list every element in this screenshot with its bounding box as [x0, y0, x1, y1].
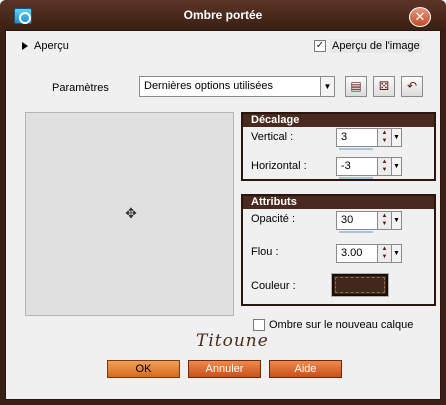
blur-spinner[interactable]: 3.00 ▲ ▼ ▼ — [336, 244, 402, 263]
preview-toggle-label: Aperçu — [34, 40, 69, 52]
expand-triangle-icon — [22, 42, 28, 50]
new-layer-check[interactable] — [253, 319, 265, 331]
new-layer-checkbox[interactable]: Ombre sur le nouveau calque — [253, 319, 413, 331]
random-dice-button[interactable]: ⚄ — [373, 76, 395, 97]
watermark-signature: Titoune — [196, 331, 269, 351]
dialog-body: Aperçu ✓ Aperçu de l'image Paramètres De… — [5, 30, 441, 400]
close-button[interactable]: ✕ — [409, 7, 431, 27]
attributes-group: Attributs Opacité : 30 ▲ ▼ ▼ Flou : 3.00 … — [241, 194, 436, 306]
save-preset-button[interactable]: ▤ — [345, 76, 367, 97]
offset-group: Décalage Vertical : 3 ▲ ▼ ▼ Horizontal : … — [241, 112, 436, 181]
new-layer-label: Ombre sur le nouveau calque — [269, 319, 414, 331]
image-preview-label: Aperçu de l'image — [330, 39, 422, 53]
spin-updown-icon[interactable]: ▲ ▼ — [377, 129, 391, 146]
preview-toggle[interactable]: Aperçu — [22, 40, 69, 52]
chevron-down-icon[interactable]: ▼ — [391, 212, 401, 229]
chevron-down-icon[interactable]: ▼ — [391, 129, 401, 146]
dialog-window: Ombre portée ✕ Aperçu ✓ Aperçu de l'imag… — [0, 0, 446, 405]
shadow-color-swatch[interactable] — [331, 273, 389, 297]
blur-value: 3.00 — [341, 247, 363, 259]
settings-label: Paramètres — [52, 82, 109, 94]
chevron-down-icon[interactable]: ▼ — [320, 77, 334, 96]
horizontal-spinner[interactable]: -3 ▲ ▼ ▼ — [336, 157, 402, 179]
color-label: Couleur : — [251, 280, 296, 292]
spin-updown-icon[interactable]: ▲ ▼ — [377, 158, 391, 175]
preset-value: Dernières options utilisées — [144, 80, 274, 92]
horizontal-label: Horizontal : — [251, 160, 307, 172]
pan-cursor-icon: ✥ — [125, 205, 137, 221]
horizontal-value: -3 — [341, 160, 351, 172]
vertical-value: 3 — [341, 131, 348, 143]
vertical-spinner[interactable]: 3 ▲ ▼ ▼ — [336, 128, 402, 150]
image-preview-checkbox[interactable]: ✓ Aperçu de l'image — [314, 39, 422, 53]
vertical-label: Vertical : — [251, 131, 294, 143]
spin-updown-icon[interactable]: ▲ ▼ — [377, 245, 391, 262]
attributes-group-title: Attributs — [243, 196, 434, 209]
chevron-down-icon[interactable]: ▼ — [391, 245, 401, 262]
window-title: Ombre portée — [183, 8, 263, 22]
ok-button[interactable]: OK — [107, 360, 180, 378]
help-button[interactable]: Aide — [269, 360, 342, 378]
opacity-spinner[interactable]: 30 ▲ ▼ ▼ — [336, 211, 402, 233]
chevron-down-icon[interactable]: ▼ — [391, 158, 401, 175]
blur-label: Flou : — [251, 246, 279, 258]
reset-button[interactable]: ↶ — [401, 76, 423, 97]
spin-updown-icon[interactable]: ▲ ▼ — [377, 212, 391, 229]
opacity-value: 30 — [341, 214, 354, 226]
opacity-label: Opacité : — [251, 213, 296, 225]
checkmark-icon[interactable]: ✓ — [314, 40, 326, 52]
offset-group-title: Décalage — [243, 114, 434, 127]
title-bar[interactable]: Ombre portée ✕ — [0, 0, 446, 30]
preview-canvas[interactable]: ✥ — [25, 112, 234, 316]
preset-dropdown[interactable]: Dernières options utilisées ▼ — [139, 76, 335, 97]
cancel-button[interactable]: Annuler — [188, 360, 261, 378]
